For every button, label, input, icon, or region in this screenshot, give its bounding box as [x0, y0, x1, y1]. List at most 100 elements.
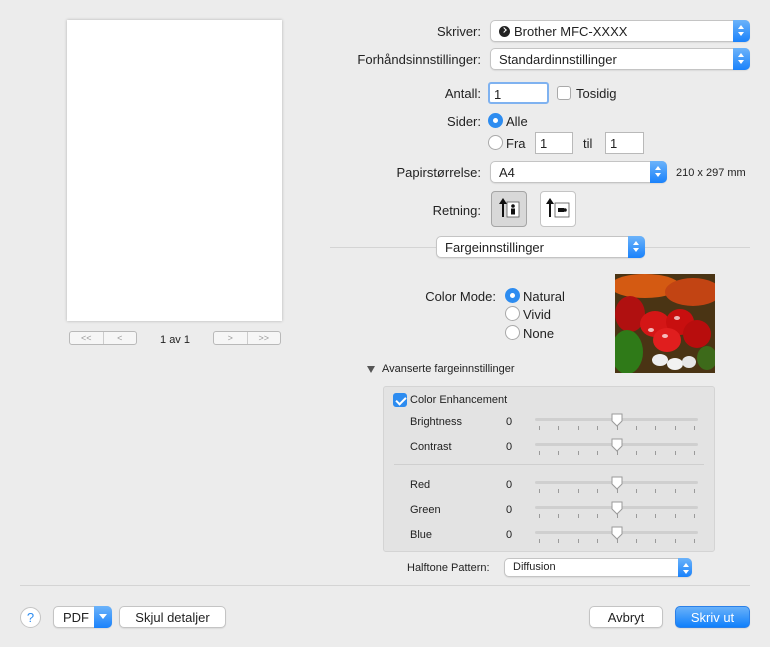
first-page-button[interactable]: <<: [70, 332, 104, 344]
popup-arrows-icon: [650, 161, 667, 183]
next-page-button[interactable]: >: [214, 332, 248, 344]
pages-to-input[interactable]: 1: [605, 132, 644, 154]
popup-arrows-icon: [678, 558, 692, 577]
halftone-label: Halftone Pattern:: [407, 562, 490, 574]
color-mode-vivid-label: Vivid: [523, 307, 551, 322]
slider-tick: [636, 451, 637, 455]
pages-all-label: Alle: [506, 114, 528, 129]
brightness-value: 0: [506, 416, 513, 428]
slider-tick: [539, 514, 540, 518]
slider-tick: [694, 426, 695, 430]
slider-tick: [578, 426, 579, 430]
portrait-button[interactable]: [491, 191, 527, 227]
green-value: 0: [506, 504, 513, 516]
section-popup[interactable]: Fargeinnstillinger: [436, 236, 645, 258]
color-mode-none-radio[interactable]: [505, 325, 520, 340]
green-label: Green: [410, 504, 441, 516]
slider-tick: [636, 426, 637, 430]
prev-page-button[interactable]: <: [104, 332, 137, 344]
red-value: 0: [506, 479, 513, 491]
contrast-label: Contrast: [410, 441, 452, 453]
color-mode-label: Color Mode:: [425, 289, 496, 304]
slider-tick: [675, 426, 676, 430]
paper-size-value: A4: [499, 165, 515, 180]
slider-tick: [675, 539, 676, 543]
pages-from-input[interactable]: 1: [535, 132, 573, 154]
footer-divider: [20, 585, 750, 586]
contrast-slider[interactable]: [535, 438, 698, 458]
page-indicator: 1 av 1: [160, 334, 190, 346]
color-mode-natural-label: Natural: [523, 289, 565, 304]
color-mode-natural-radio[interactable]: [505, 288, 520, 303]
orientation-label: Retning:: [432, 203, 481, 218]
slider-tick: [675, 489, 676, 493]
slider-group-divider: [394, 464, 704, 465]
slider-tick: [636, 514, 637, 518]
slider-tick: [636, 539, 637, 543]
printer-status-icon: [499, 26, 510, 37]
pages-all-radio[interactable]: [488, 113, 503, 128]
printer-value: Brother MFC-XXXX: [514, 24, 628, 39]
paper-size-popup[interactable]: A4: [490, 161, 667, 183]
slider-tick: [636, 489, 637, 493]
slider-tick: [655, 539, 656, 543]
contrast-value: 0: [506, 441, 513, 453]
blue-slider[interactable]: [535, 526, 698, 546]
slider-tick: [578, 539, 579, 543]
slider-thumb[interactable]: [611, 526, 623, 540]
slider-thumb[interactable]: [611, 413, 623, 427]
presets-popup[interactable]: Standardinnstillinger: [490, 48, 750, 70]
red-slider[interactable]: [535, 476, 698, 496]
copies-label: Antall:: [444, 86, 481, 101]
hide-details-button[interactable]: Skjul detaljer: [119, 606, 226, 628]
last-page-button[interactable]: >>: [248, 332, 281, 344]
section-popup-value: Fargeinnstillinger: [445, 240, 544, 255]
slider-tick: [655, 489, 656, 493]
slider-tick: [675, 451, 676, 455]
popup-arrows-icon: [733, 20, 750, 42]
landscape-button[interactable]: [540, 191, 576, 227]
landscape-orientation-icon: [546, 198, 570, 218]
slider-thumb[interactable]: [611, 476, 623, 490]
help-icon: ?: [26, 610, 35, 625]
slider-tick: [558, 539, 559, 543]
advanced-color-settings-label[interactable]: Avanserte fargeinnstillinger: [382, 363, 514, 375]
slider-tick: [578, 514, 579, 518]
print-button[interactable]: Skriv ut: [675, 606, 750, 628]
preview-nav-next-last: > >>: [213, 331, 281, 345]
two-sided-checkbox[interactable]: [557, 86, 571, 100]
slider-thumb[interactable]: [611, 438, 623, 452]
help-button[interactable]: ?: [20, 607, 41, 628]
pdf-label: PDF: [63, 610, 89, 625]
blue-value: 0: [506, 529, 513, 541]
printer-popup[interactable]: Brother MFC-XXXX: [490, 20, 750, 42]
two-sided-label: Tosidig: [576, 86, 617, 101]
slider-tick: [597, 451, 598, 455]
slider-tick: [655, 514, 656, 518]
slider-tick: [558, 514, 559, 518]
color-enhancement-checkbox[interactable]: [393, 393, 407, 407]
cancel-button[interactable]: Avbryt: [589, 606, 663, 628]
slider-tick: [597, 539, 598, 543]
popup-arrows-icon: [628, 236, 645, 258]
disclosure-triangle-icon[interactable]: [367, 366, 375, 373]
slider-tick: [558, 426, 559, 430]
slider-thumb[interactable]: [611, 501, 623, 515]
presets-value: Standardinnstillinger: [499, 52, 617, 67]
copies-input[interactable]: 1: [488, 82, 549, 104]
slider-tick: [558, 451, 559, 455]
green-slider[interactable]: [535, 501, 698, 521]
brightness-slider[interactable]: [535, 413, 698, 433]
popup-arrows-icon: [733, 48, 750, 70]
color-mode-none-label: None: [523, 326, 555, 341]
pages-from-radio[interactable]: [488, 135, 503, 150]
slider-tick: [597, 489, 598, 493]
slider-tick: [655, 451, 656, 455]
color-mode-vivid-radio[interactable]: [505, 306, 520, 321]
pdf-menu-button[interactable]: PDF: [53, 606, 112, 628]
paper-dimensions: 210 x 297 mm: [676, 167, 746, 179]
brightness-label: Brightness: [410, 416, 462, 428]
slider-tick: [694, 514, 695, 518]
halftone-popup[interactable]: Diffusion: [504, 558, 692, 577]
red-label: Red: [410, 479, 431, 491]
